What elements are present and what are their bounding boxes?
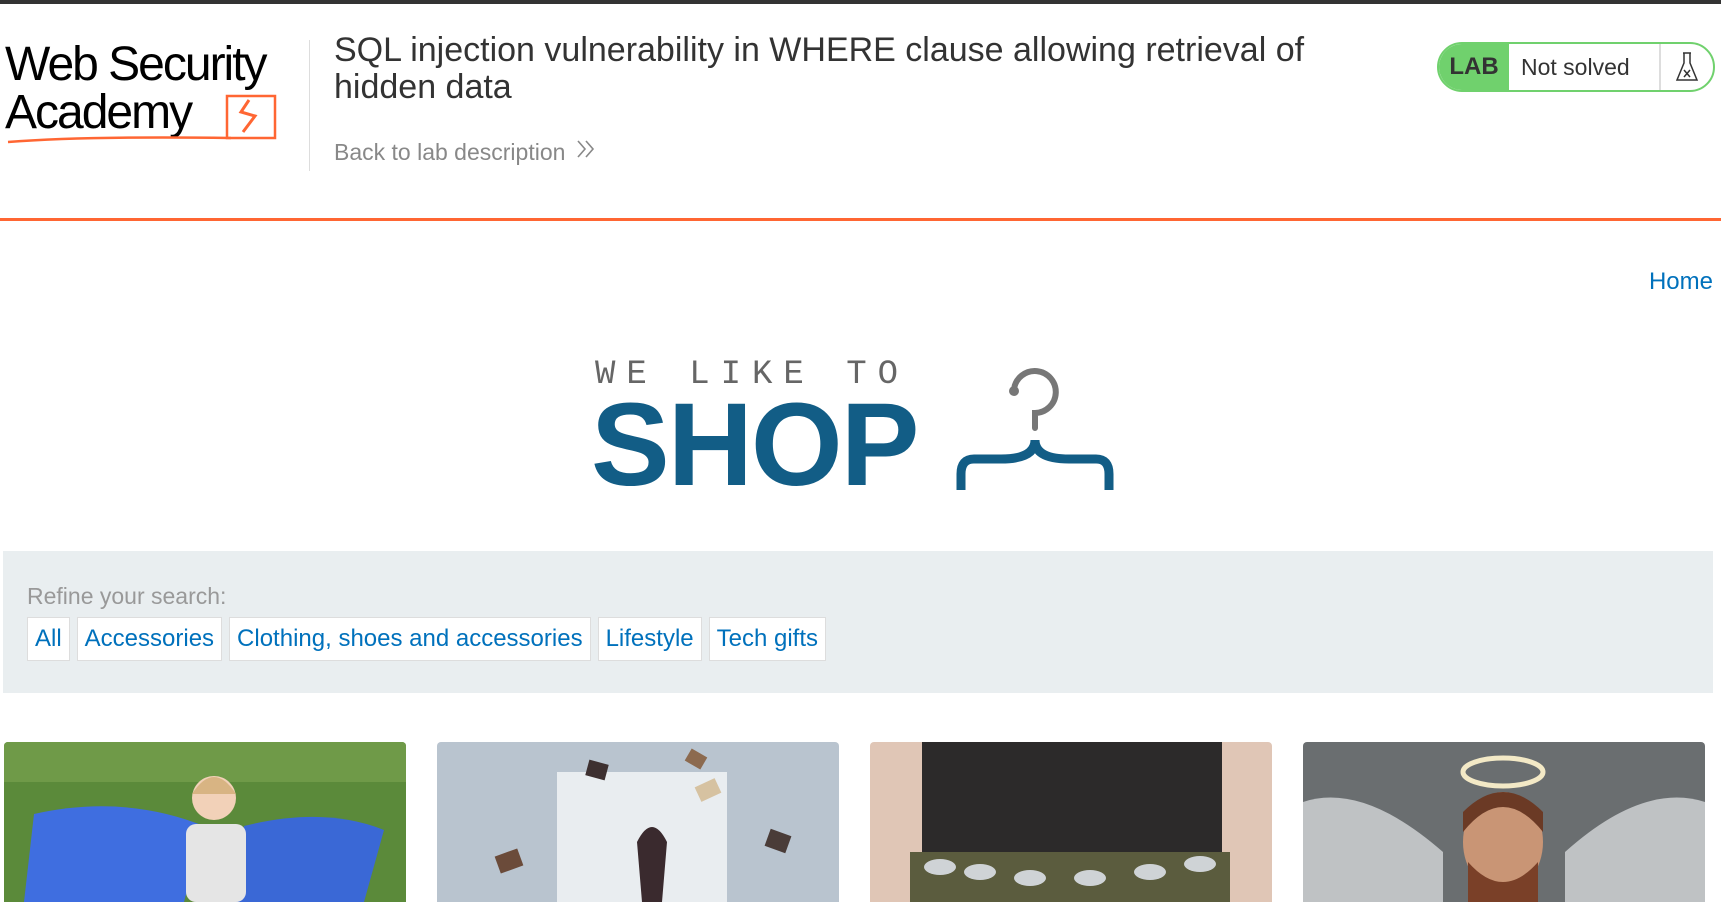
banner-title: SHOP	[591, 379, 919, 511]
academy-logo[interactable]: Web Security Academy	[5, 40, 305, 150]
lab-title: SQL injection vulnerability in WHERE cla…	[334, 31, 1305, 106]
product-image-inflatable-chair[interactable]	[4, 742, 406, 902]
filter-label: Refine your search:	[27, 583, 227, 609]
product-image-angel-man[interactable]	[1303, 742, 1705, 902]
product-image-floating-books[interactable]	[437, 742, 839, 902]
header-accent-line	[0, 218, 1721, 221]
filter-lifestyle[interactable]: Lifestyle	[597, 617, 702, 661]
back-to-lab-description-link[interactable]: Back to lab description	[334, 138, 597, 166]
product-image-beer-belt[interactable]	[870, 742, 1272, 902]
lab-tag: LAB	[1439, 44, 1509, 90]
double-chevron-right-icon	[575, 138, 597, 166]
academy-logo-mark: Web Security Academy	[5, 40, 277, 144]
filter-tech-gifts[interactable]: Tech gifts	[708, 617, 827, 661]
hanger-icon	[956, 368, 1114, 490]
product-grid	[4, 742, 1718, 902]
logo-line2: Academy	[5, 86, 193, 139]
back-link-label: Back to lab description	[334, 138, 566, 165]
category-filter-list: All Accessories Clothing, shoes and acce…	[27, 617, 827, 661]
lab-status-widget: LAB Not solved	[1437, 42, 1715, 92]
filter-all[interactable]: All	[27, 617, 70, 661]
home-link[interactable]: Home	[1649, 268, 1713, 296]
logo-line1: Web Security	[5, 40, 268, 91]
filter-clothing-shoes-accessories[interactable]: Clothing, shoes and accessories	[229, 617, 591, 661]
filter-accessories[interactable]: Accessories	[76, 617, 223, 661]
academy-header: Web Security Academy SQL injection vulne…	[0, 4, 1721, 218]
flask-icon[interactable]	[1659, 44, 1713, 90]
lab-status-text: Not solved	[1521, 53, 1630, 80]
shop-banner: WE LIKE TO SHOP	[591, 356, 1123, 504]
header-divider	[309, 40, 310, 171]
filter-panel: Refine your search: All Accessories Clot…	[3, 551, 1713, 693]
